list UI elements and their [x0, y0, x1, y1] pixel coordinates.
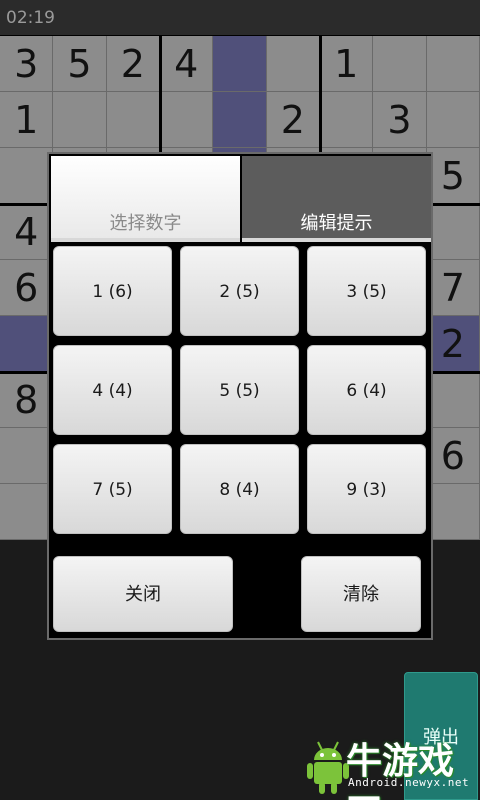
- sudoku-cell-r1c8[interactable]: [373, 36, 427, 92]
- sudoku-cell-r3c1[interactable]: [0, 148, 54, 204]
- sudoku-cell-r8c1[interactable]: [0, 428, 54, 484]
- sudoku-cell-r2c3[interactable]: [106, 92, 160, 148]
- sudoku-cell-r1c2[interactable]: 5: [53, 36, 107, 92]
- sudoku-cell-r1c1[interactable]: 3: [0, 36, 54, 92]
- sudoku-cell-r4c1[interactable]: 4: [0, 204, 54, 260]
- watermark-logo: 牛游戏网 Android.newyx.net: [306, 730, 480, 800]
- status-bar: 02:19: [0, 0, 480, 36]
- sudoku-cell-r1c7[interactable]: 1: [320, 36, 374, 92]
- sudoku-cell-r2c7[interactable]: [320, 92, 374, 148]
- sudoku-cell-r2c8[interactable]: 3: [373, 92, 427, 148]
- number-key-4[interactable]: 4 (4): [53, 345, 172, 435]
- sudoku-cell-r9c1[interactable]: [0, 484, 54, 540]
- number-key-5[interactable]: 5 (5): [180, 345, 299, 435]
- number-key-1[interactable]: 1 (6): [53, 246, 172, 336]
- sudoku-cell-r3c9[interactable]: 5: [426, 148, 480, 204]
- clear-button[interactable]: 清除: [301, 556, 421, 632]
- android-robot-icon: [307, 741, 349, 794]
- number-picker-dialog: 选择数字 编辑提示 1 (6) 2 (5) 3 (5) 4 (4) 5 (5) …: [47, 152, 433, 640]
- sudoku-cell-r2c9[interactable]: [426, 92, 480, 148]
- sudoku-cell-r1c9[interactable]: [426, 36, 480, 92]
- sudoku-cell-r1c6[interactable]: [266, 36, 320, 92]
- sudoku-cell-r1c3[interactable]: 2: [106, 36, 160, 92]
- sudoku-cell-r8c9[interactable]: 6: [426, 428, 480, 484]
- sudoku-cell-r5c1[interactable]: 6: [0, 260, 54, 316]
- tab-edit-hints-label: 编辑提示: [300, 213, 373, 234]
- close-button[interactable]: 关闭: [53, 556, 233, 632]
- number-key-9[interactable]: 9 (3): [307, 444, 426, 534]
- number-key-8[interactable]: 8 (4): [180, 444, 299, 534]
- sudoku-cell-r2c2[interactable]: [53, 92, 107, 148]
- number-key-2[interactable]: 2 (5): [180, 246, 299, 336]
- status-clock: 02:19: [6, 8, 55, 28]
- number-key-7[interactable]: 7 (5): [53, 444, 172, 534]
- sudoku-cell-r2c6[interactable]: 2: [266, 92, 320, 148]
- number-key-6[interactable]: 6 (4): [307, 345, 426, 435]
- sudoku-cell-r9c9[interactable]: [426, 484, 480, 540]
- sudoku-cell-r4c9[interactable]: [426, 204, 480, 260]
- tab-select-number[interactable]: 选择数字: [51, 156, 240, 242]
- sudoku-cell-r2c1[interactable]: 1: [0, 92, 54, 148]
- number-key-3[interactable]: 3 (5): [307, 246, 426, 336]
- sudoku-cell-r1c5[interactable]: [213, 36, 267, 92]
- sudoku-cell-r2c4[interactable]: [160, 92, 214, 148]
- watermark-url: Android.newyx.net: [348, 776, 470, 789]
- tab-edit-hints[interactable]: 编辑提示: [242, 156, 431, 242]
- tab-select-number-label: 选择数字: [109, 213, 182, 234]
- watermark-text: 牛游戏网: [346, 741, 455, 800]
- sudoku-cell-r7c9[interactable]: [426, 372, 480, 428]
- sudoku-cell-r2c5[interactable]: [213, 92, 267, 148]
- sudoku-cell-r5c9[interactable]: 7: [426, 260, 480, 316]
- sudoku-cell-r6c1[interactable]: [0, 316, 54, 372]
- sudoku-cell-r7c1[interactable]: 8: [0, 372, 54, 428]
- sudoku-cell-r6c9[interactable]: 2: [426, 316, 480, 372]
- sudoku-cell-r1c4[interactable]: 4: [160, 36, 214, 92]
